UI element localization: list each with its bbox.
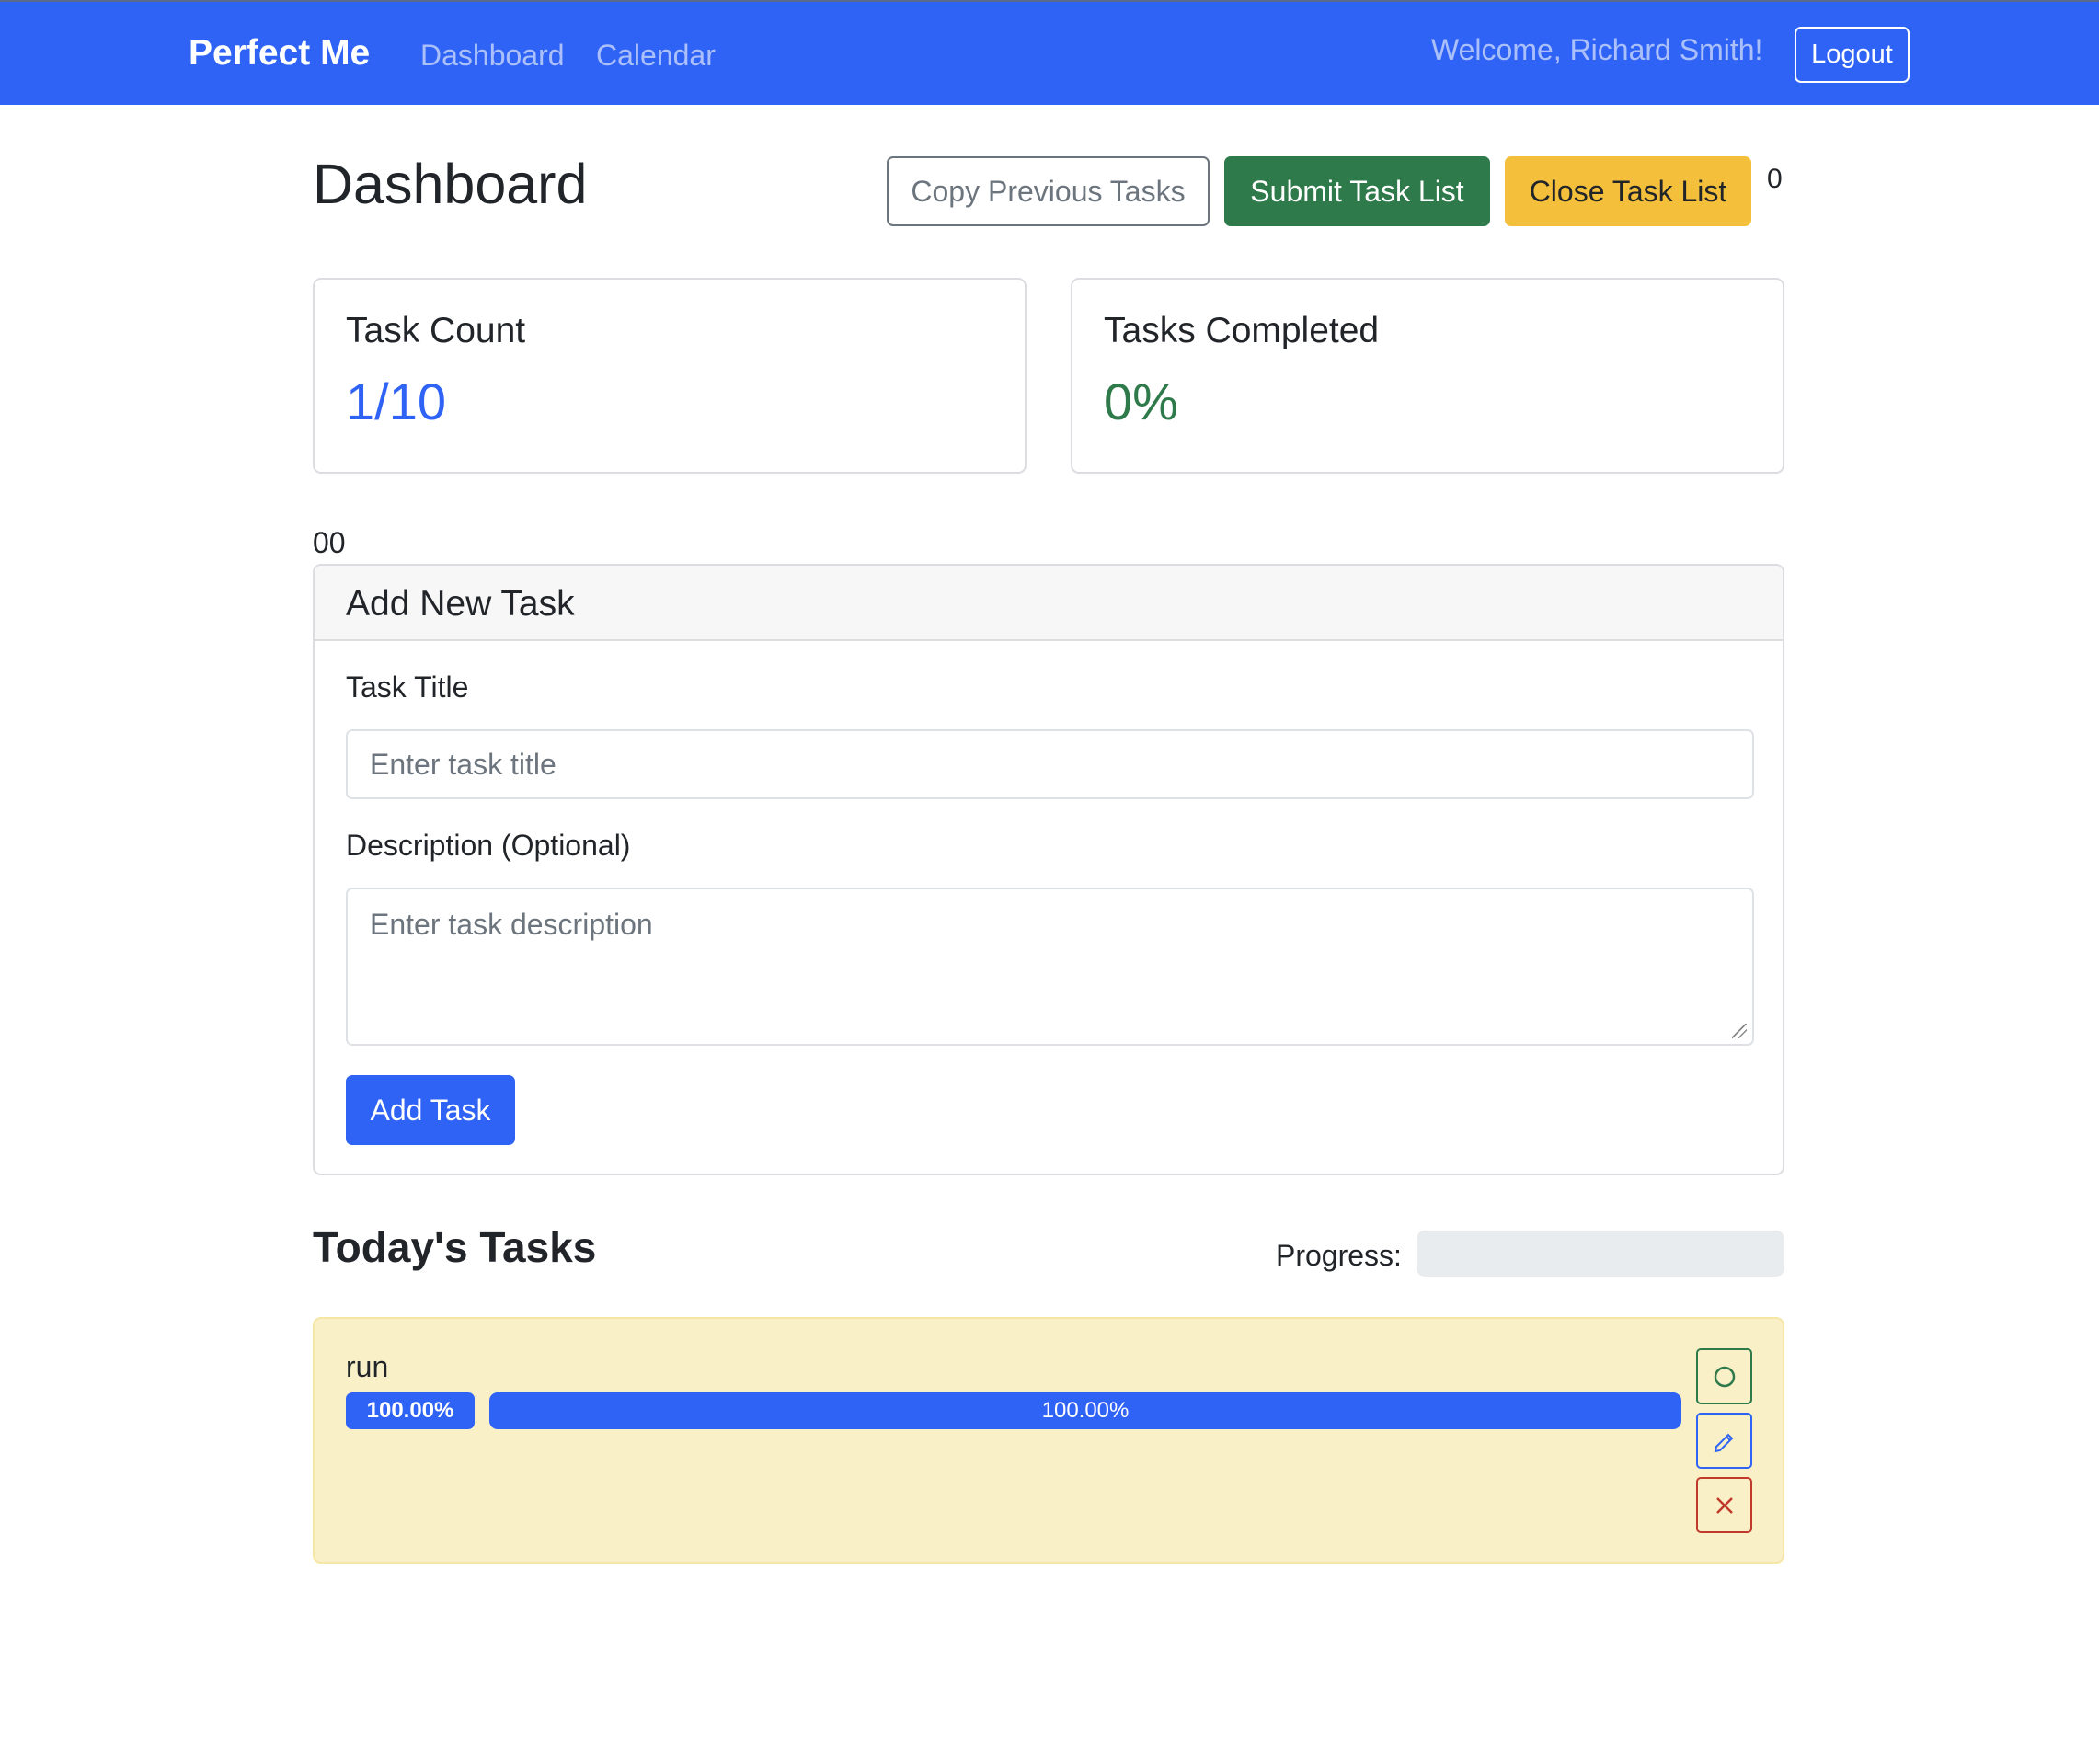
task-item: run 100.00% 100.00% xyxy=(313,1317,1784,1564)
add-task-card: Add New Task Task Title Enter task title… xyxy=(313,564,1784,1175)
pencil-icon xyxy=(1714,1433,1733,1452)
welcome-message: Welcome, Richard Smith! xyxy=(1431,33,1763,66)
add-task-header-title: Add New Task xyxy=(346,584,575,624)
task-title-label: Task Title xyxy=(346,670,469,704)
edit-task-button[interactable] xyxy=(1696,1413,1752,1469)
task-title-input[interactable]: Enter task title xyxy=(346,729,1754,799)
debug-counter-text: 00 xyxy=(313,526,346,559)
task-progress-fill: 100.00% xyxy=(489,1392,1681,1429)
delete-task-button[interactable] xyxy=(1696,1477,1752,1533)
complete-task-button[interactable] xyxy=(1696,1348,1752,1404)
x-icon xyxy=(1715,1496,1733,1514)
task-count-value: 1/10 xyxy=(346,372,446,430)
circle-icon xyxy=(1714,1366,1735,1387)
overall-progress-bar xyxy=(1417,1231,1784,1277)
task-progress-badge: 100.00% xyxy=(346,1392,475,1429)
tasks-completed-card: Tasks Completed 0% xyxy=(1071,278,1784,474)
navbar: Perfect Me Dashboard Calendar Welcome, R… xyxy=(0,0,2099,105)
task-name: run xyxy=(346,1350,389,1383)
task-count-card: Task Count 1/10 xyxy=(313,278,1027,474)
add-task-button[interactable]: Add Task xyxy=(346,1075,515,1145)
copy-previous-tasks-button[interactable]: Copy Previous Tasks xyxy=(887,156,1210,226)
progress-label: Progress: xyxy=(1276,1239,1402,1272)
submit-task-list-button[interactable]: Submit Task List xyxy=(1224,156,1490,226)
task-description-placeholder: Enter task description xyxy=(370,908,653,941)
description-label: Description (Optional) xyxy=(346,829,631,862)
tasks-completed-label: Tasks Completed xyxy=(1104,311,1380,350)
resize-handle-icon[interactable] xyxy=(1732,1024,1747,1038)
task-progress-bar: 100.00% xyxy=(489,1392,1681,1429)
task-description-textarea[interactable]: Enter task description xyxy=(346,888,1754,1046)
close-task-list-button[interactable]: Close Task List xyxy=(1505,156,1751,226)
logout-button[interactable]: Logout xyxy=(1795,27,1910,83)
task-count-label: Task Count xyxy=(346,311,526,350)
brand-logo[interactable]: Perfect Me xyxy=(189,33,370,74)
page-title: Dashboard xyxy=(313,153,588,215)
nav-link-calendar[interactable]: Calendar xyxy=(596,39,716,73)
header-counter: 0 xyxy=(1767,164,1783,194)
nav-link-dashboard[interactable]: Dashboard xyxy=(420,39,565,73)
add-task-header: Add New Task xyxy=(315,566,1783,641)
tasks-completed-value: 0% xyxy=(1104,372,1178,430)
todays-tasks-title: Today's Tasks xyxy=(313,1223,597,1271)
